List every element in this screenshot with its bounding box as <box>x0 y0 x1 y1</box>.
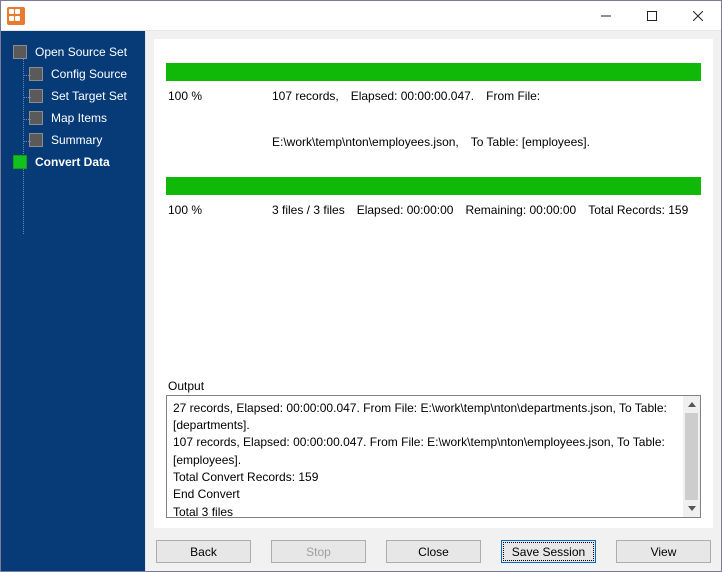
total-elapsed: Elapsed: 00:00:00 <box>357 201 454 219</box>
output-line: 107 records, Elapsed: 00:00:00.047. From… <box>173 434 677 469</box>
save-session-button[interactable]: Save Session <box>501 540 596 563</box>
output-content: 27 records, Elapsed: 00:00:00.047. From … <box>167 396 683 518</box>
step-box-icon <box>29 111 43 125</box>
output-line: End Convert <box>173 486 677 503</box>
wizard-sidebar: Open Source Set Config Source Set Target… <box>1 31 145 571</box>
sidebar-item-label: Summary <box>51 133 102 147</box>
output-block: Output 27 records, Elapsed: 00:00:00.047… <box>166 379 701 519</box>
maximize-button[interactable] <box>629 1 675 31</box>
canvas: 100 % 107 records, Elapsed: 00:00:00.047… <box>154 39 713 528</box>
sidebar-item-label: Open Source Set <box>35 45 127 59</box>
step-box-icon <box>29 133 43 147</box>
view-button[interactable]: View <box>616 540 711 563</box>
scrollbar-down-button[interactable] <box>683 500 700 517</box>
file-progress-percent: 100 % <box>168 87 260 105</box>
sidebar-item-map-items[interactable]: Map Items <box>29 107 139 129</box>
chevron-down-icon <box>688 506 696 511</box>
from-file-label: From File: <box>486 87 540 105</box>
sidebar-item-summary[interactable]: Summary <box>29 129 139 151</box>
sidebar-item-config-source[interactable]: Config Source <box>29 63 139 85</box>
output-line: Total 3 files <box>173 504 677 517</box>
scrollbar-track[interactable] <box>683 413 700 501</box>
back-button[interactable]: Back <box>156 540 251 563</box>
total-progress-bar <box>166 177 701 195</box>
titlebar <box>1 1 721 31</box>
to-table-value: To Table: [employees]. <box>471 133 590 151</box>
close-button[interactable]: Close <box>386 540 481 563</box>
from-file-path: E:\work\temp\nton\employees.json, <box>272 133 459 151</box>
elapsed-value: Elapsed: 00:00:00.047. <box>351 87 474 105</box>
output-label: Output <box>166 379 701 393</box>
step-box-icon <box>29 89 43 103</box>
sidebar-item-convert-data[interactable]: Convert Data <box>13 151 139 173</box>
total-records: Total Records: 159 <box>588 201 688 219</box>
records-count: 107 records, <box>272 87 339 105</box>
file-progress-stats: 100 % 107 records, Elapsed: 00:00:00.047… <box>166 81 701 163</box>
output-line: Total Convert Records: 159 <box>173 469 677 486</box>
app-icon <box>7 7 25 25</box>
sidebar-item-label: Convert Data <box>35 155 110 169</box>
file-progress-bar <box>166 63 701 81</box>
content-area: Open Source Set Config Source Set Target… <box>1 31 721 571</box>
step-box-icon <box>13 45 27 59</box>
sidebar-item-label: Set Target Set <box>51 89 127 103</box>
output-line: 27 records, Elapsed: 00:00:00.047. From … <box>173 400 677 435</box>
total-progress-stats: 100 % 3 files / 3 files Elapsed: 00:00:0… <box>166 195 701 231</box>
button-row: Back Stop Close Save Session View <box>154 536 713 563</box>
sidebar-item-label: Config Source <box>51 67 127 81</box>
sidebar-item-label: Map Items <box>51 111 107 125</box>
sidebar-item-open-source[interactable]: Open Source Set <box>13 41 139 63</box>
step-box-icon <box>13 155 27 169</box>
total-progress-percent: 100 % <box>168 201 260 219</box>
vertical-scrollbar[interactable] <box>683 396 700 518</box>
scrollbar-thumb[interactable] <box>685 413 698 501</box>
sidebar-item-set-target[interactable]: Set Target Set <box>29 85 139 107</box>
close-window-button[interactable] <box>675 1 721 31</box>
output-textarea[interactable]: 27 records, Elapsed: 00:00:00.047. From … <box>166 395 701 519</box>
minimize-button[interactable] <box>583 1 629 31</box>
chevron-up-icon <box>688 402 696 407</box>
stop-button[interactable]: Stop <box>271 540 366 563</box>
tree-connector <box>23 54 24 234</box>
scrollbar-up-button[interactable] <box>683 396 700 413</box>
main-panel: 100 % 107 records, Elapsed: 00:00:00.047… <box>145 31 721 571</box>
files-count: 3 files / 3 files <box>272 201 345 219</box>
step-box-icon <box>29 67 43 81</box>
remaining-value: Remaining: 00:00:00 <box>465 201 576 219</box>
app-window: Open Source Set Config Source Set Target… <box>0 0 722 572</box>
